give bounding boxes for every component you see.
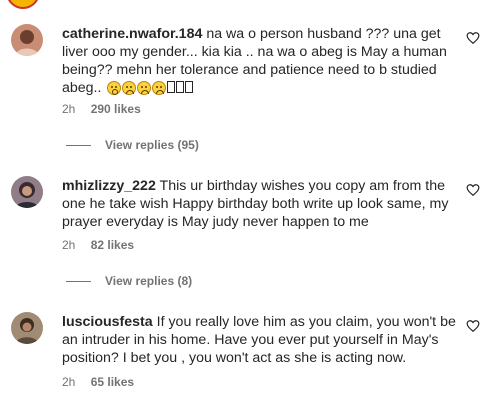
previous-avatar-partial (0, 0, 44, 9)
avatar[interactable] (11, 312, 43, 344)
avatar[interactable] (11, 176, 43, 208)
view-replies-button[interactable]: View replies (95) (66, 138, 199, 152)
frowning-face-icon (122, 81, 137, 95)
comment-time: 2h (62, 375, 76, 389)
comment-meta: 2h 290 likes (62, 102, 141, 116)
comment-time: 2h (62, 238, 76, 252)
like-heart-icon[interactable] (466, 31, 480, 45)
like-heart-icon[interactable] (466, 183, 480, 197)
missing-glyph-icon (185, 81, 194, 93)
divider-line (66, 145, 91, 147)
missing-glyph-icon (176, 81, 185, 93)
like-heart-icon[interactable] (466, 319, 480, 333)
frowning-face-icon (152, 81, 167, 95)
likes-count[interactable]: 65 likes (91, 375, 134, 389)
comment-username[interactable]: catherine.nwafor.184 (62, 26, 202, 42)
avatar[interactable] (11, 24, 43, 56)
comment-meta: 2h 82 likes (62, 238, 134, 252)
missing-glyph-icon (167, 81, 176, 93)
comment-username[interactable]: lusciousfesta (62, 314, 153, 330)
likes-count[interactable]: 290 likes (91, 102, 141, 116)
view-replies-label: View replies (95) (105, 138, 199, 152)
divider-line (66, 281, 91, 283)
view-replies-button[interactable]: View replies (8) (66, 274, 192, 288)
view-replies-label: View replies (8) (105, 274, 193, 288)
comment-username[interactable]: mhizlizzy_222 (62, 178, 156, 194)
emoji-group (107, 81, 167, 95)
astonished-face-icon (107, 81, 122, 95)
likes-count[interactable]: 82 likes (91, 238, 134, 252)
comment-meta: 2h 65 likes (62, 375, 134, 389)
frowning-face-icon (137, 81, 152, 95)
comment-time: 2h (62, 102, 76, 116)
